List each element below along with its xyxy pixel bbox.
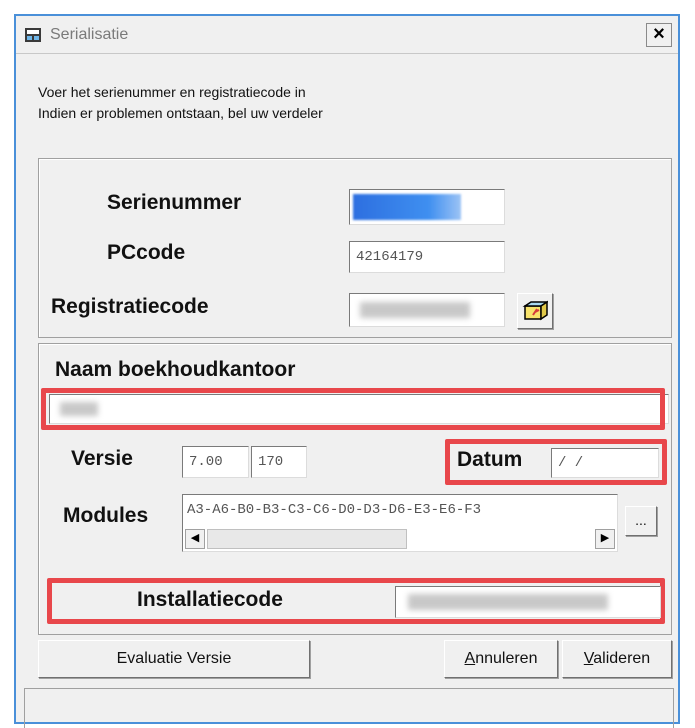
pccode-field[interactable]: 42164179 <box>349 241 505 273</box>
close-button[interactable]: × <box>646 23 672 47</box>
valideren-button[interactable]: Valideren <box>562 640 672 678</box>
installatiecode-redacted <box>408 594 608 610</box>
versie-label: Versie <box>71 447 133 470</box>
installatiecode-field[interactable] <box>395 586 661 618</box>
valideren-label: alideren <box>593 650 651 667</box>
versie-build-field[interactable]: 170 <box>251 446 307 478</box>
scroll-left-arrow[interactable]: ◀ <box>185 529 205 549</box>
datum-field[interactable]: / / <box>551 448 659 478</box>
valideren-accel: V <box>583 650 594 667</box>
paste-button[interactable] <box>517 293 553 329</box>
modules-field[interactable]: A3-A6-B0-B3-C3-C6-D0-D3-D6-E3-E6-F3 ◀ ▶ <box>182 494 618 552</box>
modules-label: Modules <box>63 504 149 527</box>
registration-group: Serienummer PCcode 42164179 Registratiec… <box>38 158 672 338</box>
versie-major-field[interactable]: 7.00 <box>182 446 249 478</box>
annuleren-button[interactable]: Annuleren <box>444 640 558 678</box>
instruction-line-2: Indien er problemen ontstaan, bel uw ver… <box>38 105 323 121</box>
pccode-label: PCcode <box>107 241 186 264</box>
serienummer-label: Serienummer <box>107 191 242 214</box>
instruction-line-1: Voer het serienummer en registratiecode … <box>38 84 306 100</box>
registratiecode-field[interactable] <box>349 293 505 327</box>
instructions-text: Voer het serienummer en registratiecode … <box>38 82 323 124</box>
window-title: Serialisatie <box>50 26 129 43</box>
evaluatie-versie-button[interactable]: Evaluatie Versie <box>38 640 310 678</box>
pccode-value: 42164179 <box>356 249 424 265</box>
modules-value: A3-A6-B0-B3-C3-C6-D0-D3-D6-E3-E6-F3 <box>187 502 482 518</box>
registratiecode-redacted <box>360 302 470 318</box>
highlight-naam <box>41 388 665 430</box>
annuleren-label: nnuleren <box>475 650 538 667</box>
close-icon: × <box>653 23 665 45</box>
installatiecode-label: Installatiecode <box>137 588 283 611</box>
scroll-thumb[interactable] <box>207 529 407 549</box>
annuleren-accel: A <box>464 650 476 667</box>
naam-boekhoudkantoor-label: Naam boekhoudkantoor <box>55 358 296 381</box>
title-bar[interactable]: Serialisatie × <box>16 16 678 54</box>
registratiecode-label: Registratiecode <box>51 295 209 318</box>
office-group: Naam boekhoudkantoor Versie 7.00 170 Dat… <box>38 343 672 635</box>
serienummer-field[interactable] <box>349 189 505 225</box>
datum-label: Datum <box>457 448 523 471</box>
modules-more-button[interactable]: ... <box>625 506 657 536</box>
scroll-right-arrow[interactable]: ▶ <box>595 529 615 549</box>
status-area <box>24 688 674 728</box>
serienummer-redacted <box>353 194 461 220</box>
serialisatie-dialog: Serialisatie × Voer het serienummer en r… <box>14 14 680 728</box>
paste-icon <box>522 300 550 321</box>
app-icon <box>25 28 41 42</box>
